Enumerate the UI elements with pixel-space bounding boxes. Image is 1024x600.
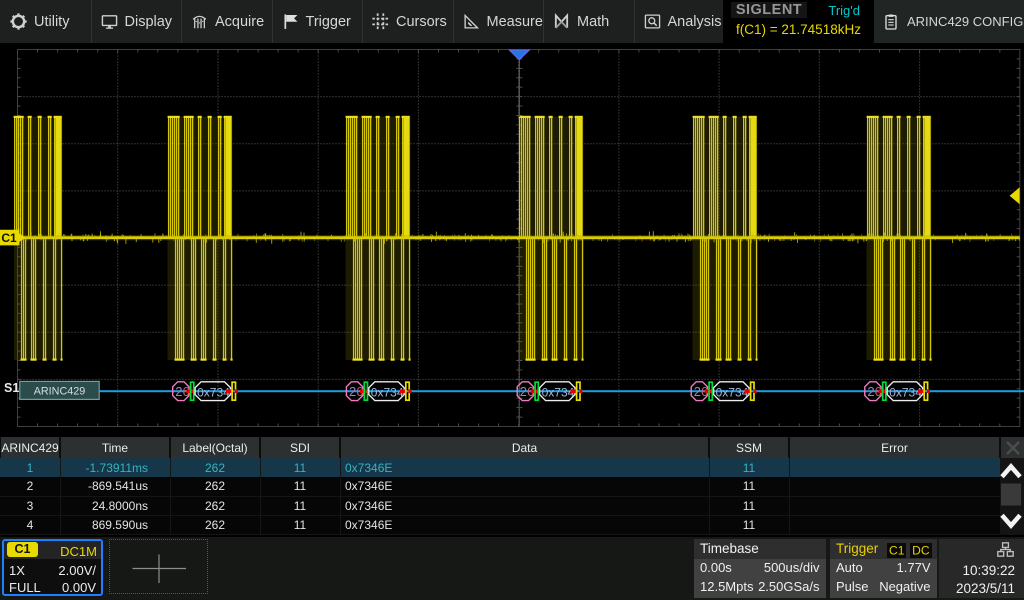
svg-text:2: 2 — [694, 384, 701, 399]
svg-text:0x734: 0x734 — [716, 385, 749, 399]
svg-text:2: 2 — [520, 384, 527, 399]
svg-text:C1: C1 — [1, 231, 17, 245]
svg-text:0x734: 0x734 — [542, 385, 575, 399]
svg-text:2: 2 — [349, 384, 356, 399]
svg-text:S1: S1 — [4, 381, 19, 395]
svg-text:0x734: 0x734 — [889, 385, 922, 399]
svg-text:0x734: 0x734 — [197, 385, 230, 399]
svg-text:2: 2 — [867, 384, 874, 399]
svg-text:2: 2 — [175, 384, 182, 399]
svg-text:ARINC429: ARINC429 — [34, 386, 86, 398]
svg-text:0x734: 0x734 — [371, 385, 404, 399]
